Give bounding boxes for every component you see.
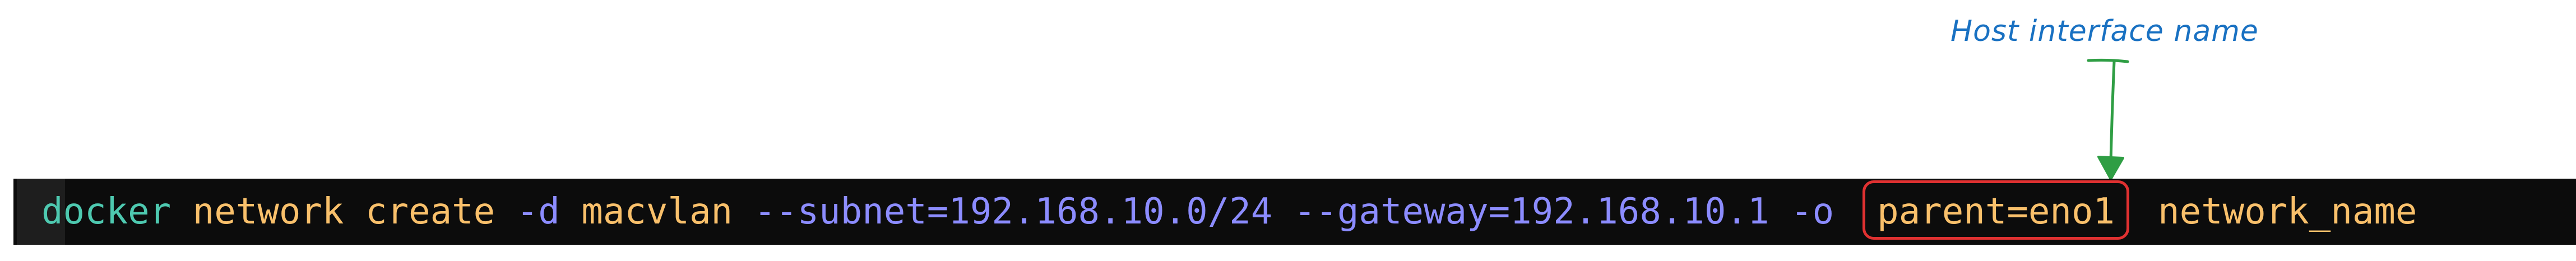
command-token [344, 194, 365, 230]
command-token: network_name [2158, 191, 2417, 232]
command-token: network [192, 191, 344, 232]
command-token: create [365, 191, 495, 232]
command-token: macvlan [581, 191, 733, 232]
command-token: --subnet=192.168.10.0/24 [754, 191, 1273, 232]
highlight-box-parent [1862, 180, 2129, 240]
arrow-crossbar [2087, 58, 2129, 63]
command-token [1769, 194, 1791, 230]
arrow-shaft [2109, 60, 2116, 164]
command-token: docker [41, 191, 172, 232]
command-token: --gateway=192.168.10.1 [1294, 191, 1769, 232]
command-token: -d [516, 191, 560, 232]
command-token: -o [1791, 191, 1834, 232]
command-token [560, 194, 582, 230]
arrow-head [2097, 156, 2124, 180]
command-token [171, 194, 193, 230]
command-token [733, 194, 754, 230]
command-token [495, 194, 517, 230]
annotation-label: Host interface name [1950, 15, 2259, 48]
command-token [1272, 194, 1294, 230]
